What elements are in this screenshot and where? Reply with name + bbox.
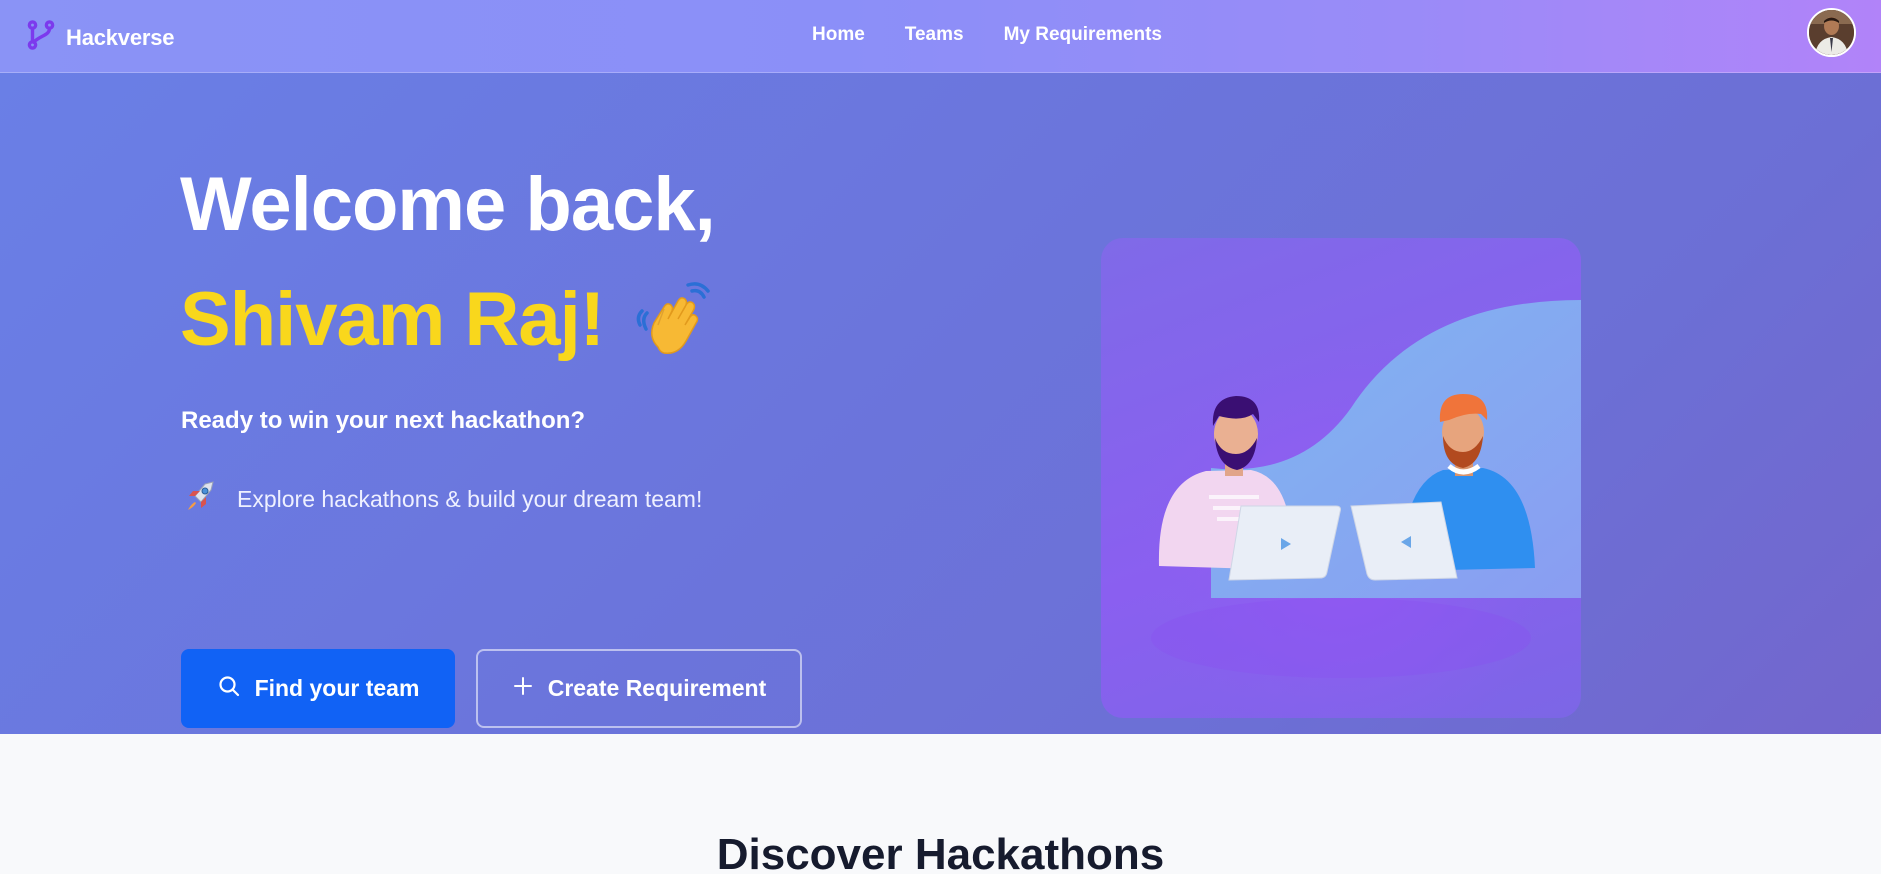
hero-section: Welcome back, Shivam Raj! Ready to win y… xyxy=(0,73,1881,734)
nav-home-link[interactable]: Home xyxy=(812,24,865,46)
search-icon xyxy=(217,674,241,704)
explore-row: Explore hackathons & build your dream te… xyxy=(183,480,702,519)
nav-teams-link[interactable]: Teams xyxy=(905,24,964,46)
top-navbar: Hackverse Home Teams My Requirements xyxy=(0,0,1881,73)
create-requirement-button[interactable]: Create Requirement xyxy=(476,649,802,728)
find-team-label: Find your team xyxy=(254,675,420,701)
welcome-heading: Welcome back, xyxy=(180,162,716,247)
nav-my-requirements-link[interactable]: My Requirements xyxy=(1004,24,1162,46)
user-avatar[interactable] xyxy=(1807,8,1856,57)
hero-illustration xyxy=(1101,238,1581,718)
explore-text: Explore hackathons & build your dream te… xyxy=(237,486,703,512)
brand-logo[interactable]: Hackverse xyxy=(24,18,174,57)
rocket-icon xyxy=(183,480,217,519)
user-name-heading: Shivam Raj! xyxy=(180,277,605,362)
plus-icon xyxy=(512,675,534,703)
discover-hackathons-heading: Discover Hackathons xyxy=(716,830,1165,874)
hero-subtitle: Ready to win your next hackathon? xyxy=(181,407,586,434)
find-team-button[interactable]: Find your team xyxy=(181,649,455,728)
user-greeting-row: Shivam Raj! xyxy=(180,278,712,362)
main-nav: Home Teams My Requirements xyxy=(812,24,1162,46)
git-branch-icon xyxy=(24,18,58,57)
create-requirement-label: Create Requirement xyxy=(547,675,767,701)
brand-name: Hackverse xyxy=(66,24,175,50)
waving-hand-icon xyxy=(634,281,712,359)
